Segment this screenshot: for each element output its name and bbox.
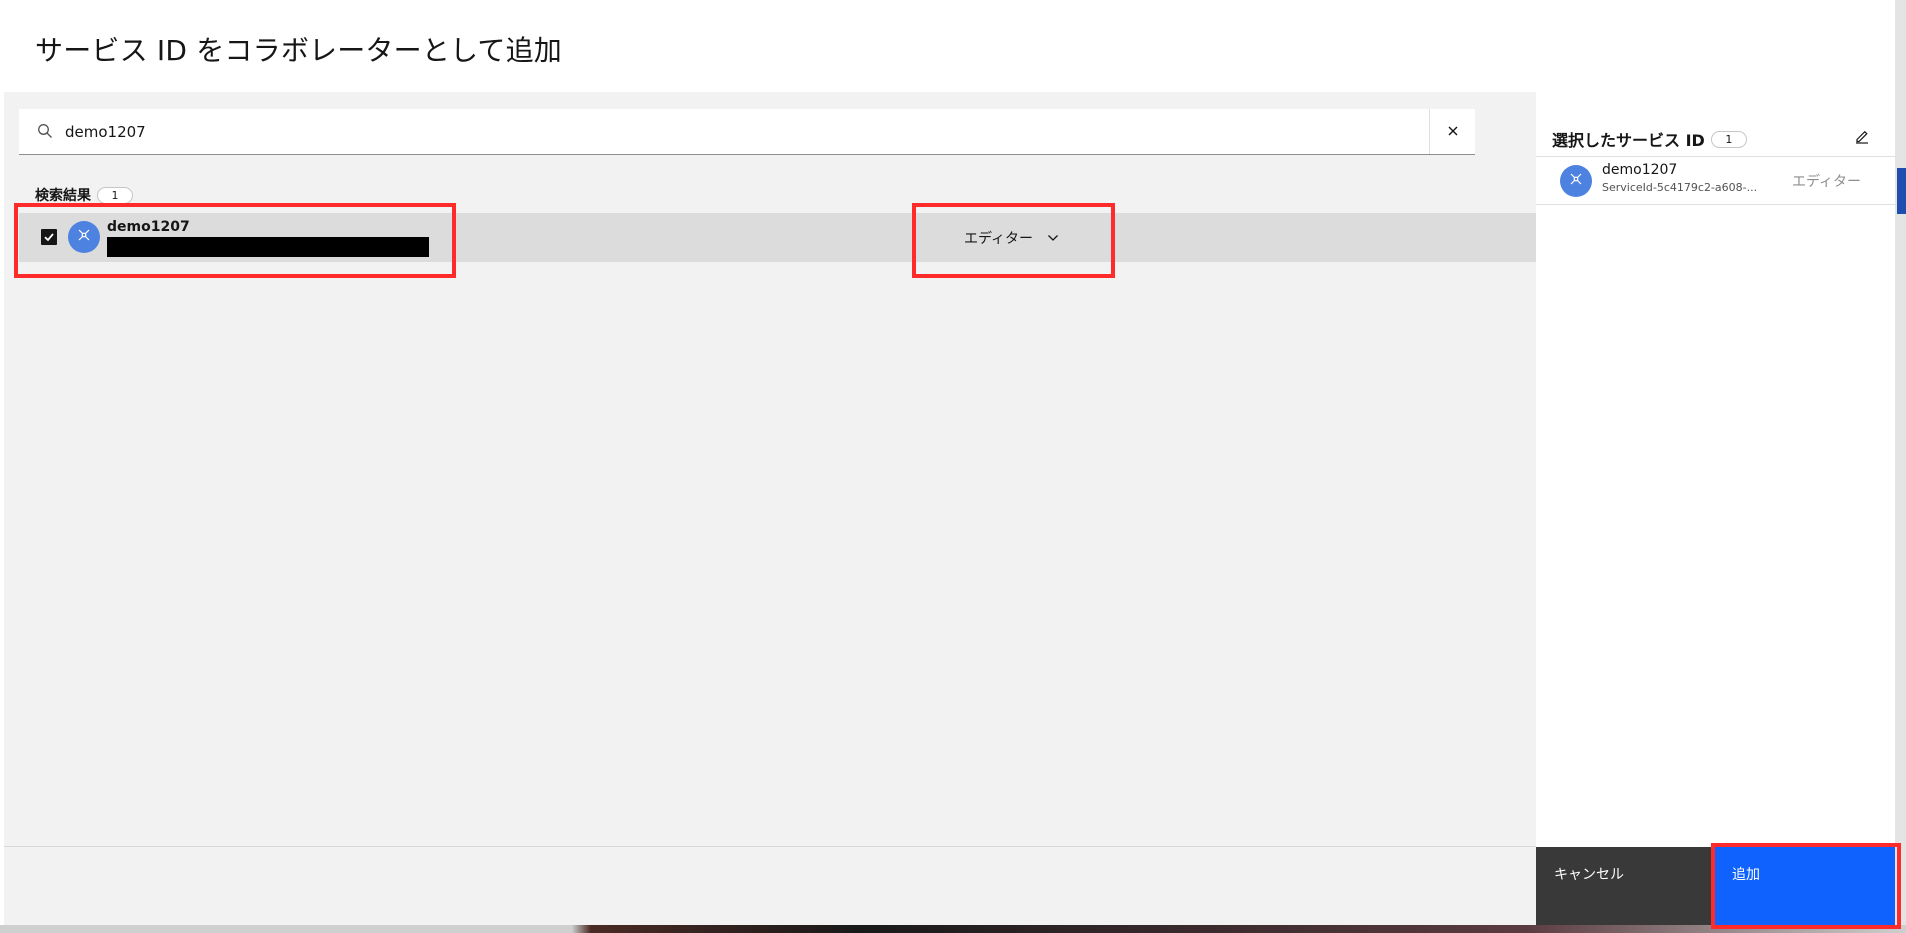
role-dropdown[interactable]: エディター	[964, 213, 1094, 262]
search-input[interactable]	[65, 109, 1415, 154]
selected-item: demo1207 ServiceId-5c4179c2-a608-... エディ…	[1536, 156, 1895, 205]
selected-panel-title: 選択したサービス ID	[1552, 131, 1705, 150]
add-service-id-modal: サービス ID をコラボレーターとして追加 検索結果 1	[4, 0, 1895, 925]
edit-icon	[1854, 129, 1870, 148]
result-checkbox[interactable]	[41, 229, 57, 245]
background-page-accent	[1897, 168, 1906, 214]
left-footer-area	[4, 846, 1540, 925]
search-icon	[37, 123, 55, 141]
selected-item-name: demo1207	[1602, 162, 1678, 178]
result-name: demo1207	[107, 219, 190, 235]
results-heading: 検索結果 1	[35, 185, 133, 205]
redacted-service-id	[107, 237, 429, 257]
edit-selection-button[interactable]	[1854, 128, 1872, 146]
results-count-badge: 1	[97, 186, 133, 204]
modal-title: サービス ID をコラボレーターとして追加	[35, 34, 562, 67]
checkmark-icon	[43, 228, 55, 247]
close-icon	[1447, 122, 1459, 141]
selected-count-badge: 1	[1710, 130, 1747, 148]
search-bar	[19, 109, 1475, 155]
clear-search-button[interactable]	[1429, 109, 1475, 154]
background-page-right-strip	[1895, 0, 1906, 933]
results-label: 検索結果	[35, 188, 91, 204]
service-id-icon	[76, 227, 92, 247]
modal-header: サービス ID をコラボレーターとして追加	[4, 0, 1895, 92]
selected-service-ids-panel: 選択したサービス ID 1 demo1207 ServiceId-5c4179c…	[1536, 92, 1895, 847]
background-desktop-strip	[0, 925, 1906, 933]
service-id-avatar	[68, 221, 100, 253]
add-button[interactable]: 追加	[1714, 847, 1895, 925]
role-dropdown-label: エディター	[964, 230, 1034, 247]
result-row[interactable]: demo1207 エディター	[19, 213, 1542, 262]
service-id-avatar	[1560, 165, 1592, 197]
chevron-down-icon	[1047, 230, 1059, 246]
service-id-icon	[1568, 171, 1584, 191]
selected-panel-heading: 選択したサービス ID 1	[1552, 127, 1747, 151]
cancel-button[interactable]: キャンセル	[1536, 847, 1714, 925]
selected-item-role: エディター	[1792, 174, 1862, 190]
selected-item-id: ServiceId-5c4179c2-a608-...	[1602, 181, 1758, 194]
